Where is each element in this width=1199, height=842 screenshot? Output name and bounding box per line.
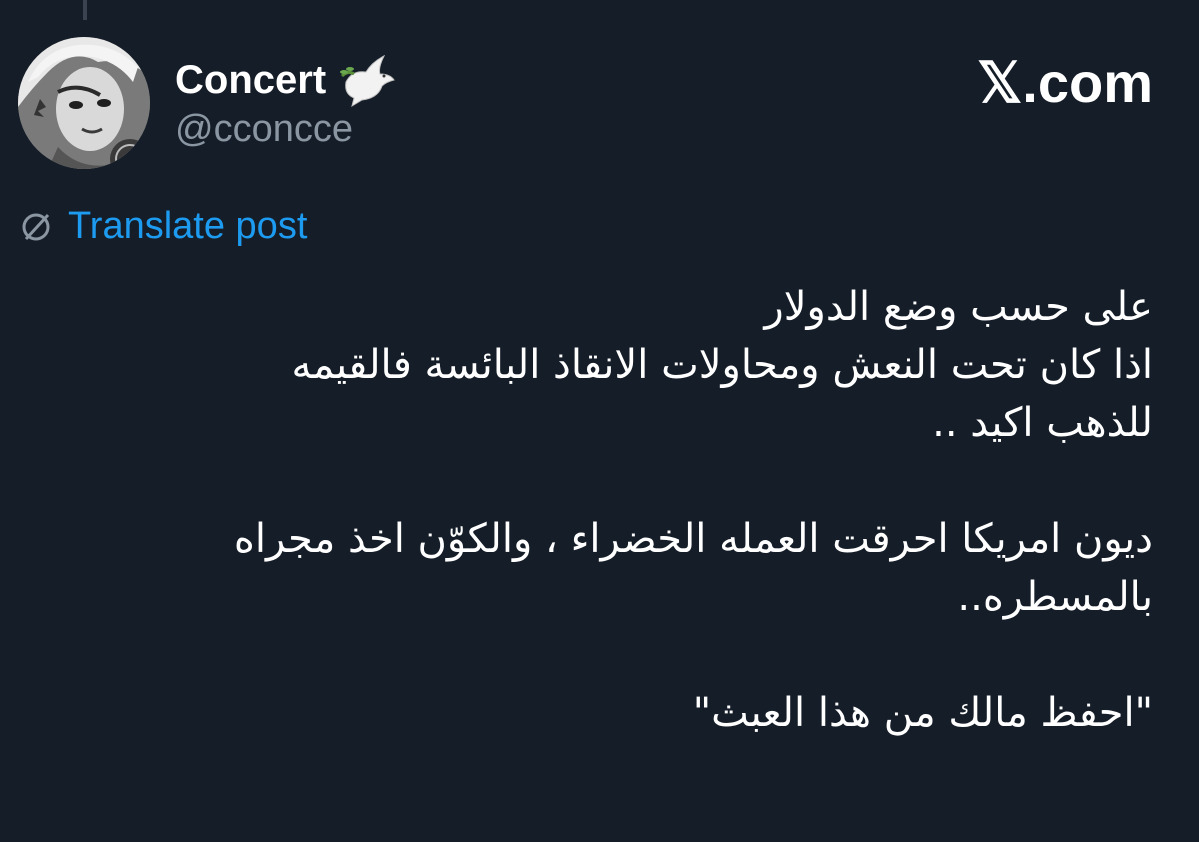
author-handle[interactable]: @cconcce bbox=[175, 108, 353, 151]
post-line: على حسب وضع الدولار bbox=[764, 284, 1153, 330]
avatar[interactable] bbox=[18, 37, 150, 169]
post-line: "احفظ مالك من هذا العبث" bbox=[692, 690, 1153, 736]
translate-post-label: Translate post bbox=[68, 205, 308, 247]
post-line: اذا كان تحت النعش ومحاولات الانقاذ البائ… bbox=[291, 342, 1153, 388]
globe-icon bbox=[18, 209, 54, 245]
translate-post-link[interactable]: Translate post bbox=[18, 205, 307, 248]
post-line: بالمسطره.. bbox=[957, 574, 1153, 620]
post-body: على حسب وضع الدولار اذا كان تحت النعش وم… bbox=[33, 278, 1153, 742]
author-display-name[interactable]: Concert bbox=[175, 52, 398, 108]
post-line: للذهب اكيد .. bbox=[932, 400, 1153, 446]
avatar-image bbox=[18, 37, 150, 169]
thread-connector-line bbox=[83, 0, 87, 20]
post-line: ديون امريكا احرقت العمله الخضراء ، والكو… bbox=[233, 516, 1153, 562]
x-brand-watermark: 𝕏.com bbox=[977, 51, 1153, 114]
display-name-text: Concert bbox=[175, 57, 327, 102]
dove-icon bbox=[338, 52, 398, 108]
